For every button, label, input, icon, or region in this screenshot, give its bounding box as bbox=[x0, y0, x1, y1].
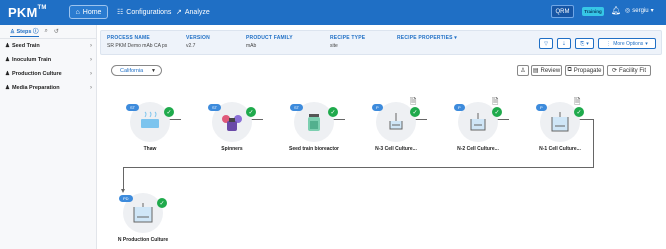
review-button[interactable]: ▤ Review bbox=[531, 65, 562, 76]
node-name: Seed train bioreactor bbox=[288, 146, 339, 152]
sidebar-item-inoculum-train[interactable]: ♟ Inoculum Train › bbox=[0, 53, 96, 67]
location-select[interactable]: California ▼ bbox=[111, 65, 162, 76]
download-icon: ⇣ bbox=[561, 40, 567, 47]
process-flow-canvas: ST ✓ Thaw ST ✓ Spinners ST ✓ Seed train … bbox=[100, 80, 666, 249]
product-family: PRODUCT FAMILY mAb bbox=[246, 35, 293, 49]
bioreactor-icon bbox=[308, 114, 320, 131]
node-badge: ST bbox=[126, 104, 140, 111]
user-check-icon: ♙ bbox=[520, 68, 526, 74]
process-name: PROCESS NAME SR PKM Demo mAb CA ps bbox=[107, 35, 168, 49]
user-assign-button[interactable]: ♙ bbox=[517, 65, 529, 76]
chevron-down-icon: ▾ bbox=[645, 40, 648, 47]
sliders-icon: ☷ bbox=[117, 9, 124, 16]
user-menu[interactable]: ◎ sergiu ▾ bbox=[625, 7, 654, 15]
tab-search-icon[interactable]: ⌕ bbox=[45, 28, 48, 35]
sidebar-item-production-culture[interactable]: ♟ Production Culture › bbox=[0, 67, 96, 81]
chevron-down-icon: ▾ bbox=[586, 40, 589, 47]
tank-icon bbox=[551, 112, 569, 132]
person-icon: ♟ bbox=[5, 85, 10, 91]
check-icon: ✓ bbox=[246, 107, 256, 117]
download-button[interactable]: ⇣ bbox=[557, 38, 571, 49]
training-badge: Training bbox=[582, 7, 604, 16]
nav-home-button[interactable]: ⌂ Home bbox=[69, 5, 108, 19]
tab-steps[interactable]: ♙ Steps ⓘ bbox=[10, 27, 39, 37]
node-name: Thaw bbox=[143, 146, 157, 152]
node-badge: PD bbox=[119, 195, 133, 202]
copy-dropdown-button[interactable]: ⎘ ▾ bbox=[575, 38, 594, 49]
node-name: N-1 Cell Culture... bbox=[539, 146, 581, 152]
info-icon: ⓘ bbox=[32, 28, 39, 35]
sidebar-item-seed-train[interactable]: ♟ Seed Train › bbox=[0, 39, 96, 53]
qrm-button[interactable]: QRM bbox=[551, 5, 574, 18]
person-icon: ♟ bbox=[5, 43, 10, 49]
chart-line-icon: ↗ bbox=[176, 9, 182, 16]
document-icon[interactable]: 🗎︎ bbox=[492, 96, 498, 110]
node-name: N Production Culture bbox=[117, 237, 169, 243]
tab-history-icon[interactable]: ↺ bbox=[54, 28, 59, 35]
document-icon[interactable]: 🗎︎ bbox=[410, 96, 416, 110]
process-header: PROCESS NAME SR PKM Demo mAb CA ps VERSI… bbox=[100, 30, 662, 55]
chevron-down-icon: ▼ bbox=[151, 67, 156, 74]
recipe-type: RECIPE TYPE site bbox=[330, 35, 366, 49]
flow-connector bbox=[123, 167, 594, 168]
filter-icon: ▽ bbox=[544, 40, 548, 47]
propagate-icon: ⧉ bbox=[567, 67, 572, 73]
flow-connector bbox=[123, 167, 124, 191]
check-icon: ✓ bbox=[157, 198, 167, 208]
document-icon[interactable]: 🗎︎ bbox=[574, 96, 580, 110]
water-bath-icon bbox=[141, 111, 159, 128]
chevron-right-icon: › bbox=[90, 85, 92, 91]
person-icon: ♟ bbox=[5, 57, 10, 63]
home-icon: ⌂ bbox=[75, 8, 80, 16]
check-icon: ✓ bbox=[164, 107, 174, 117]
node-badge: ST bbox=[290, 104, 304, 111]
copy-icon: ⎘ bbox=[580, 40, 585, 47]
sidebar: ♙ Steps ⓘ ⌕ ↺ ♟ Seed Train › ♟ Inoculum … bbox=[0, 25, 97, 249]
chevron-right-icon: › bbox=[90, 43, 92, 49]
refresh-icon: ⟳ bbox=[611, 68, 618, 74]
process-version: VERSION v2.7 bbox=[186, 35, 210, 49]
tank-icon bbox=[470, 113, 486, 131]
recipe-properties[interactable]: RECIPE PROPERTIES ▾ bbox=[397, 35, 457, 41]
chevron-right-icon: › bbox=[90, 57, 92, 63]
more-vertical-icon: ⋮ bbox=[606, 40, 612, 47]
nav-configurations[interactable]: ☷ Configurations bbox=[117, 5, 171, 19]
node-name: N-2 Cell Culture... bbox=[457, 146, 499, 152]
sidebar-item-media-preparation[interactable]: ♟ Media Preparation › bbox=[0, 81, 96, 95]
flow-connector bbox=[593, 119, 594, 167]
node-name: Spinners bbox=[221, 146, 243, 152]
chevron-right-icon: › bbox=[90, 71, 92, 77]
review-icon: ▤ bbox=[532, 68, 539, 74]
node-name: N-3 Cell Culture... bbox=[375, 146, 417, 152]
propagate-button[interactable]: ⧉ Propagate bbox=[565, 65, 604, 76]
arrow-down-icon bbox=[121, 189, 125, 193]
user-icon: ◎ bbox=[625, 8, 631, 14]
nav-analyze[interactable]: ↗ Analyze bbox=[176, 5, 210, 19]
tank-icon bbox=[389, 113, 403, 130]
sidebar-tabs: ♙ Steps ⓘ ⌕ ↺ bbox=[0, 25, 96, 39]
node-badge: P bbox=[536, 104, 547, 111]
node-badge: P bbox=[372, 104, 383, 111]
check-icon: ✓ bbox=[328, 107, 338, 117]
tank-icon bbox=[133, 203, 153, 223]
node-badge: ST bbox=[208, 104, 222, 111]
chevron-down-icon: ▾ bbox=[454, 35, 457, 41]
chevron-down-icon: ▾ bbox=[650, 8, 654, 14]
filter-button[interactable]: ▽ bbox=[539, 38, 553, 49]
bell-icon[interactable]: 🔔︎ bbox=[611, 6, 621, 15]
more-options-button[interactable]: ⋮ More Options ▾ bbox=[598, 38, 656, 49]
spinner-flasks-icon bbox=[222, 115, 242, 131]
node-badge: P bbox=[454, 104, 465, 111]
top-navigation-bar: PKMTM ⌂ Home ☷ Configurations ↗ Analyze … bbox=[0, 0, 666, 25]
facility-fit-button[interactable]: ⟳ Facility Fit bbox=[607, 65, 651, 76]
person-icon: ♟ bbox=[5, 71, 10, 77]
person-icon: ♙ bbox=[10, 28, 15, 35]
app-logo[interactable]: PKMTM bbox=[8, 5, 47, 20]
